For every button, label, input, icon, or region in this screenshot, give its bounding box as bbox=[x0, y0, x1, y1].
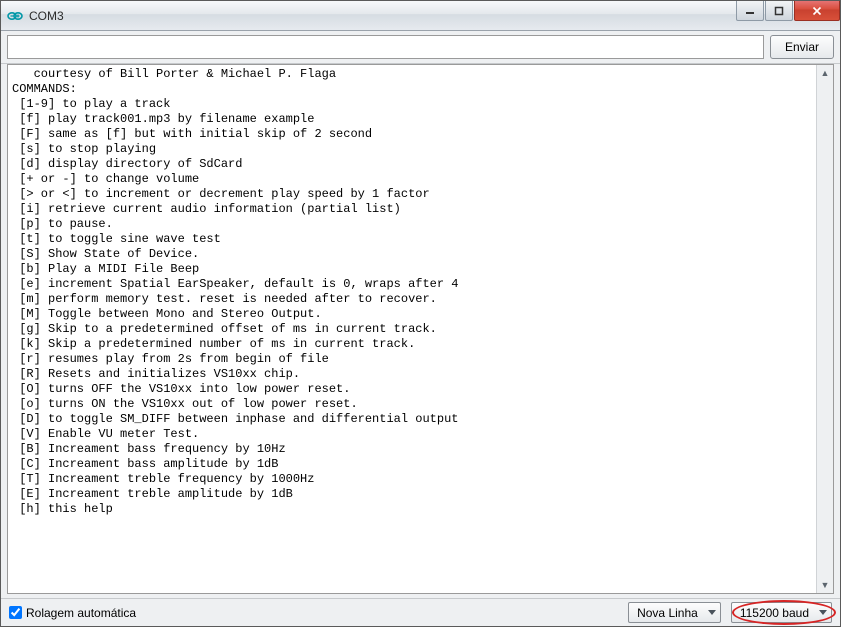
send-button[interactable]: Enviar bbox=[770, 35, 834, 59]
line-ending-dropdown[interactable]: Nova Linha bbox=[628, 602, 721, 623]
window-controls bbox=[735, 1, 840, 21]
serial-monitor-window: COM3 Enviar courtesy of Bill Porter & Mi… bbox=[0, 0, 841, 627]
close-button[interactable] bbox=[794, 1, 840, 21]
scroll-up-icon[interactable]: ▲ bbox=[821, 67, 830, 79]
chevron-down-icon bbox=[708, 610, 716, 615]
maximize-button[interactable] bbox=[765, 1, 793, 21]
arduino-app-icon bbox=[7, 8, 23, 24]
autoscroll-checkbox[interactable] bbox=[9, 606, 22, 619]
chevron-down-icon bbox=[819, 610, 827, 615]
baud-rate-dropdown[interactable]: 115200 baud bbox=[731, 602, 832, 623]
minimize-button[interactable] bbox=[736, 1, 764, 21]
serial-output: courtesy of Bill Porter & Michael P. Fla… bbox=[8, 65, 816, 593]
line-ending-label: Nova Linha bbox=[637, 606, 698, 620]
vertical-scrollbar[interactable]: ▲ ▼ bbox=[816, 65, 833, 593]
autoscroll-checkbox-wrap[interactable]: Rolagem automática bbox=[9, 606, 136, 620]
scroll-down-icon[interactable]: ▼ bbox=[821, 579, 830, 591]
titlebar: COM3 bbox=[1, 1, 840, 31]
serial-input[interactable] bbox=[7, 35, 764, 59]
output-panel: courtesy of Bill Porter & Michael P. Fla… bbox=[7, 64, 834, 594]
statusbar: Rolagem automática Nova Linha 115200 bau… bbox=[1, 598, 840, 626]
autoscroll-label: Rolagem automática bbox=[26, 606, 136, 620]
toolbar: Enviar bbox=[1, 31, 840, 64]
baud-rate-label: 115200 baud bbox=[740, 606, 809, 620]
window-title: COM3 bbox=[29, 9, 735, 23]
